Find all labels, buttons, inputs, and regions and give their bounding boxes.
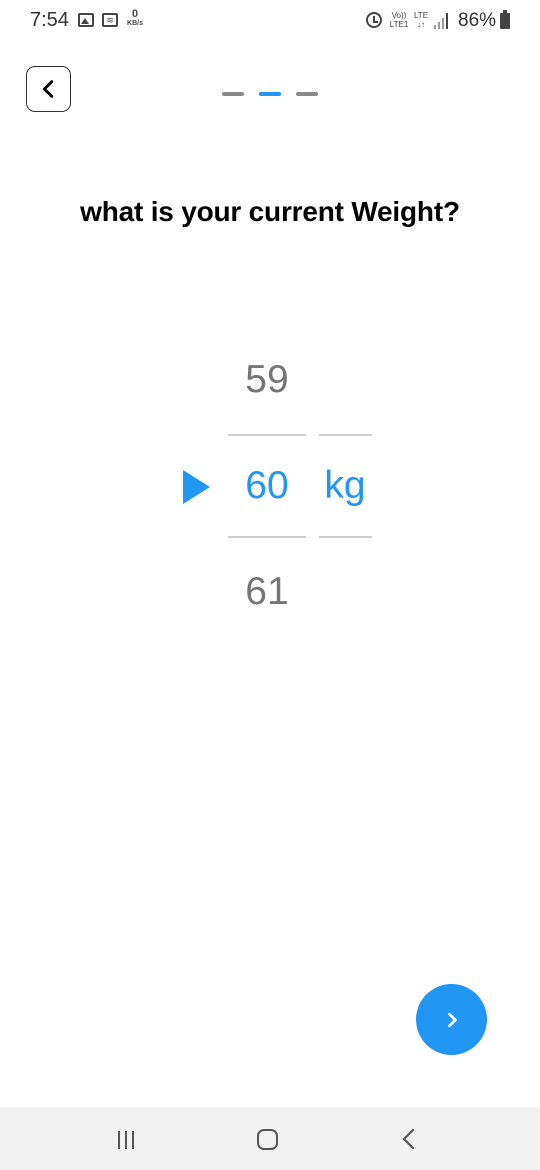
progress-step-1 (222, 92, 244, 96)
battery-icon (500, 10, 510, 29)
gallery-icon (78, 13, 94, 27)
next-button[interactable] (416, 984, 487, 1055)
triangle-right-icon (183, 470, 210, 504)
unit-divider-top (319, 434, 372, 436)
unit-divider-bottom (319, 536, 372, 538)
battery-percent: 86% (458, 10, 497, 31)
signal-icon (434, 13, 450, 29)
lte-line1: LTE (413, 11, 429, 20)
lte-line2: ↓↑ (417, 20, 425, 29)
data-rate: 0 KB/s (124, 9, 146, 28)
status-time: 7:54 (30, 9, 69, 31)
picker-current-value[interactable]: 60 (228, 464, 306, 508)
back-button[interactable] (26, 66, 71, 112)
data-rate-value: 0 (131, 8, 139, 20)
volte-line2: LTE1 (389, 20, 409, 29)
system-nav-bar (0, 1107, 540, 1170)
step-progress-indicator (222, 92, 318, 96)
progress-step-3 (296, 92, 318, 96)
unit-picker-value[interactable]: kg (318, 464, 372, 508)
progress-step-2 (259, 92, 281, 96)
chevron-right-icon (447, 1012, 457, 1027)
wifi-icon: ≋ (102, 13, 118, 27)
lte-indicator: LTE ↓↑ (412, 11, 430, 29)
data-rate-unit: KB/s (127, 20, 143, 27)
volte-line1: Vo)) (391, 11, 407, 20)
recents-icon[interactable] (117, 1131, 137, 1149)
back-icon[interactable] (399, 1128, 419, 1150)
status-bar: 7:54 ≋ 0 KB/s Vo)) LTE1 LTE ↓↑ 86% (0, 0, 540, 44)
picker-next-value[interactable]: 61 (228, 570, 306, 614)
chevron-left-icon (42, 80, 53, 98)
alarm-icon (366, 12, 382, 28)
picker-divider-bottom (228, 536, 306, 538)
question-title: what is your current Weight? (80, 196, 460, 227)
picker-divider-top (228, 434, 306, 436)
volte-indicator: Vo)) LTE1 (388, 11, 410, 29)
home-icon[interactable] (257, 1129, 278, 1150)
picker-previous-value[interactable]: 59 (228, 358, 306, 402)
